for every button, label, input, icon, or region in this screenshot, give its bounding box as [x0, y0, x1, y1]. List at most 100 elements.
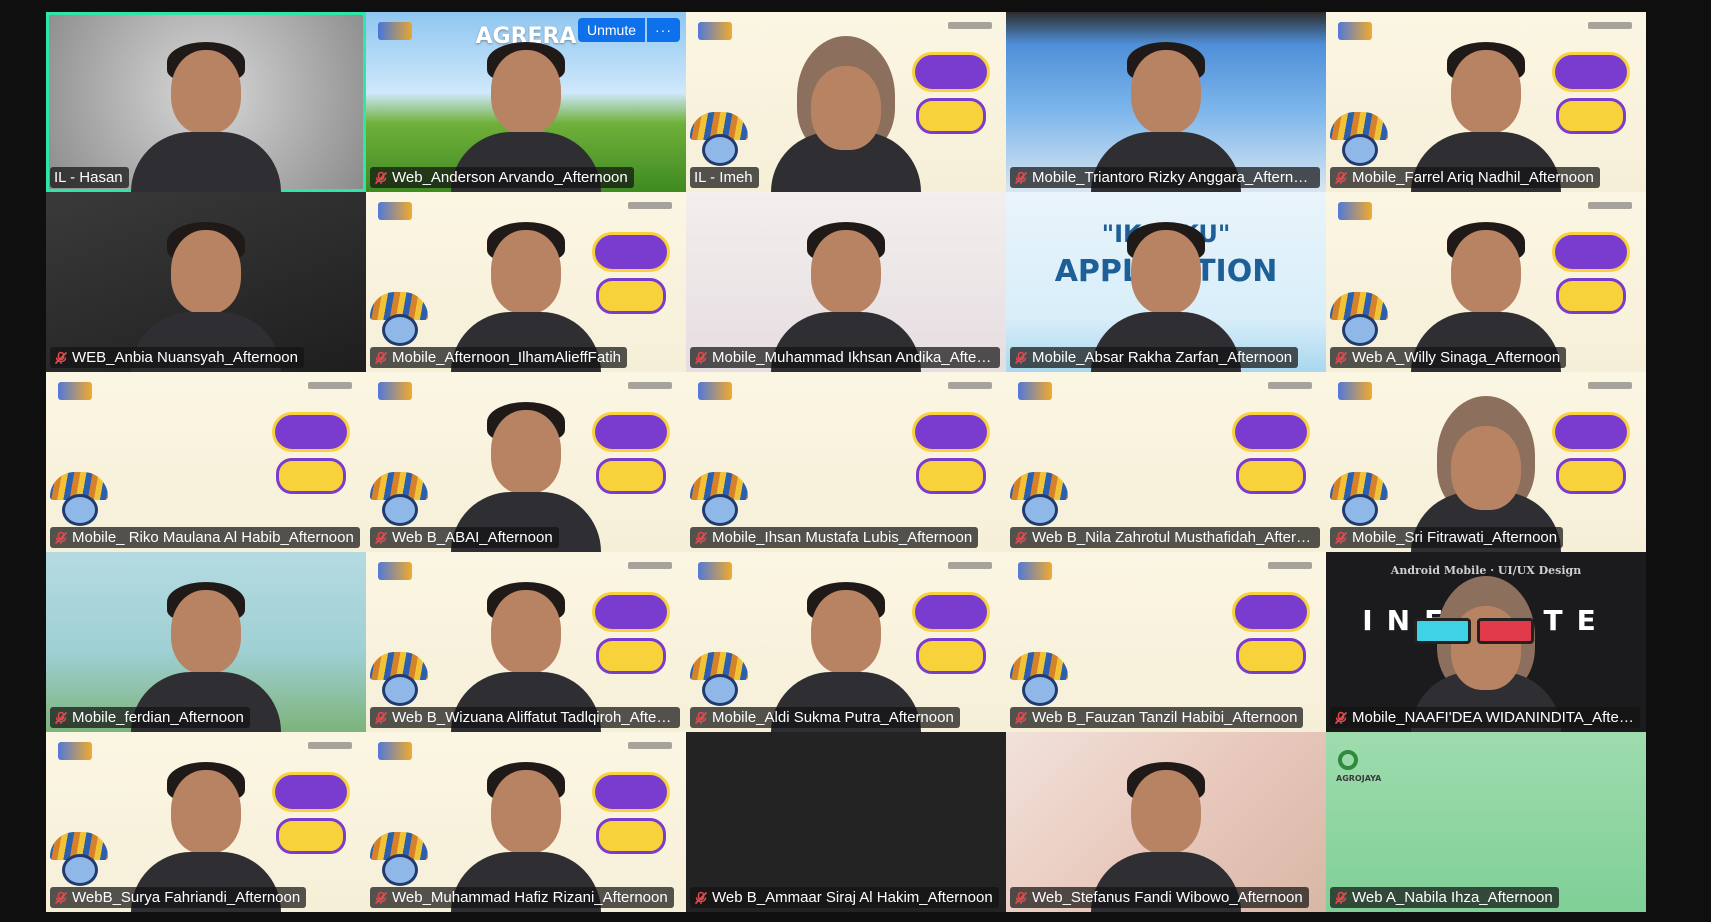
mascot-illustration: [1330, 292, 1388, 350]
infinite-learning-logo: [1588, 22, 1632, 29]
participant-name: Web A_Willy Sinaga_Afternoon: [1352, 349, 1561, 366]
mascot-face: [702, 674, 738, 706]
head-shape: [1131, 230, 1201, 314]
sticker-badge-bottom: [916, 98, 986, 134]
kampus-merdeka-logo: [58, 742, 92, 760]
mascot-face: [702, 134, 738, 166]
sticker-badge-bottom: [916, 458, 986, 494]
participant-name-tag: WebB_Surya Fahriandi_Afternoon: [50, 887, 307, 908]
mascot-illustration: [370, 832, 428, 890]
participant-tile[interactable]: Mobile_ferdian_Afternoon: [46, 552, 366, 732]
participant-name: Mobile_NAAFI'DEA WIDANINDITA_Afternoon: [1352, 709, 1634, 726]
background-title: AGROJAYA: [1336, 774, 1382, 783]
sticker-badge-top: [1552, 412, 1630, 452]
kampus-merdeka-logo: [58, 382, 92, 400]
participant-name-tag: WEB_Anbia Nuansyah_Afternoon: [50, 347, 304, 368]
participant-tile[interactable]: Mobile_ Riko Maulana Al Habib_Afternoon: [46, 372, 366, 552]
lens-red: [1477, 618, 1534, 644]
agrojaya-logo-icon: [1338, 750, 1358, 770]
infinite-learning-logo: [1588, 202, 1632, 209]
sticker-badge-bottom: [596, 818, 666, 854]
sticker-badge-bottom: [596, 638, 666, 674]
participant-name: Web B_Ammaar Siraj Al Hakim_Afternoon: [712, 889, 993, 906]
mic-muted-icon: [1334, 171, 1348, 185]
sticker-badge-top: [1232, 412, 1310, 452]
mic-muted-icon: [374, 351, 388, 365]
sticker-badge-bottom: [1236, 638, 1306, 674]
participant-tile[interactable]: Mobile_Sri Fitrawati_Afternoon: [1326, 372, 1646, 552]
event-sticker: [592, 412, 670, 498]
participant-name: WebB_Surya Fahriandi_Afternoon: [72, 889, 301, 906]
participant-tile[interactable]: Web B_Wizuana Aliffatut Tadlqiroh_Aftern…: [366, 552, 686, 732]
event-sticker: [592, 592, 670, 678]
participant-name: Mobile_Muhammad Ikhsan Andika_Afternoon: [712, 349, 994, 366]
mascot-face: [382, 314, 418, 346]
participant-tile[interactable]: AGROJAYA Web A_Nabila Ihza_Afternoon: [1326, 732, 1646, 912]
mic-muted-icon: [374, 171, 388, 185]
mic-muted-icon: [374, 711, 388, 725]
infinite-learning-logo: [308, 742, 352, 749]
mic-muted-icon: [374, 891, 388, 905]
participant-video: [131, 32, 281, 192]
participant-name: Web_Muhammad Hafiz Rizani_Afternoon: [392, 889, 668, 906]
head-shape: [491, 410, 561, 494]
participant-tile[interactable]: Web B_Nila Zahrotul Musthafidah_Afternoo…: [1006, 372, 1326, 552]
kampus-merdeka-logo: [698, 22, 732, 40]
participant-tile[interactable]: Mobile_Triantoro Rizky Anggara_Afternoon: [1006, 12, 1326, 192]
kampus-merdeka-logo: [698, 562, 732, 580]
sticker-badge-bottom: [1556, 98, 1626, 134]
participant-tile[interactable]: IL - Hasan: [46, 12, 366, 192]
participant-tile[interactable]: Web B_Fauzan Tanzil Habibi_Afternoon: [1006, 552, 1326, 732]
participant-tile[interactable]: Web A_Willy Sinaga_Afternoon: [1326, 192, 1646, 372]
event-sticker: [592, 772, 670, 858]
event-sticker: [912, 52, 990, 138]
participant-tile[interactable]: Mobile_Farrel Ariq Nadhil_Afternoon: [1326, 12, 1646, 192]
participant-name-tag: Web A_Nabila Ihza_Afternoon: [1330, 887, 1559, 908]
mascot-face: [382, 494, 418, 526]
participant-name-tag: Mobile_NAAFI'DEA WIDANINDITA_Afternoon: [1330, 707, 1640, 728]
mic-muted-icon: [1014, 531, 1028, 545]
video-gallery-grid: IL - Hasan AGRERA Unmute ··· Web_Anderson Ar…: [46, 12, 1646, 912]
mascot-illustration: [690, 652, 748, 710]
mascot-face: [62, 854, 98, 886]
more-options-button[interactable]: ···: [647, 18, 680, 42]
participant-tile[interactable]: Web B_ABAI_Afternoon: [366, 372, 686, 552]
mascot-illustration: [690, 472, 748, 530]
participant-tile[interactable]: IL - Imeh: [686, 12, 1006, 192]
infinite-learning-logo: [628, 562, 672, 569]
sticker-badge-bottom: [276, 818, 346, 854]
participant-tile[interactable]: Web_Stefanus Fandi Wibowo_Afternoon: [1006, 732, 1326, 912]
participant-tile[interactable]: Web_Muhammad Hafiz Rizani_Afternoon: [366, 732, 686, 912]
participant-tile[interactable]: Mobile_Afternoon_IlhamAlieffFatih: [366, 192, 686, 372]
participant-tile[interactable]: AGRERA Unmute ··· Web_Anderson Arvando_Afte…: [366, 12, 686, 192]
infinite-learning-logo: [628, 202, 672, 209]
participant-tile[interactable]: "IKANKU"APPLICATIONMobile_Absar Rakha Za…: [1006, 192, 1326, 372]
participant-name-tag: Web_Stefanus Fandi Wibowo_Afternoon: [1010, 887, 1309, 908]
sticker-badge-top: [912, 52, 990, 92]
mascot-face: [382, 674, 418, 706]
participant-name-tag: IL - Hasan: [50, 167, 129, 188]
participant-tile[interactable]: Mobile_Muhammad Ikhsan Andika_Afternoon: [686, 192, 1006, 372]
mascot-illustration: [1010, 652, 1068, 710]
unmute-button[interactable]: Unmute: [577, 18, 645, 42]
participant-tile[interactable]: WEB_Anbia Nuansyah_Afternoon: [46, 192, 366, 372]
mascot-illustration: [1330, 472, 1388, 530]
participant-name-tag: Mobile_Ihsan Mustafa Lubis_Afternoon: [690, 527, 979, 548]
participant-name: Web_Anderson Arvando_Afternoon: [392, 169, 628, 186]
participant-name: Web B_Nila Zahrotul Musthafidah_Afternoo…: [1032, 529, 1314, 546]
event-sticker: [1552, 52, 1630, 138]
participant-name-tag: Mobile_Aldi Sukma Putra_Afternoon: [690, 707, 960, 728]
head-shape: [491, 50, 561, 134]
participant-name: WEB_Anbia Nuansyah_Afternoon: [72, 349, 298, 366]
event-sticker: [272, 412, 350, 498]
participant-tile[interactable]: Web B_Ammaar Siraj Al Hakim_Afternoon: [686, 732, 1006, 912]
mic-muted-icon: [1014, 171, 1028, 185]
participant-tile[interactable]: Mobile_Aldi Sukma Putra_Afternoon: [686, 552, 1006, 732]
participant-tile[interactable]: Mobile_Ihsan Mustafa Lubis_Afternoon: [686, 372, 1006, 552]
participant-tile[interactable]: INFINITEAndroid Mobile · UI/UX DesignMob…: [1326, 552, 1646, 732]
participant-tile[interactable]: WebB_Surya Fahriandi_Afternoon: [46, 732, 366, 912]
mic-muted-icon: [694, 531, 708, 545]
infinite-learning-logo: [628, 742, 672, 749]
mic-muted-icon: [1014, 891, 1028, 905]
mascot-illustration: [370, 652, 428, 710]
